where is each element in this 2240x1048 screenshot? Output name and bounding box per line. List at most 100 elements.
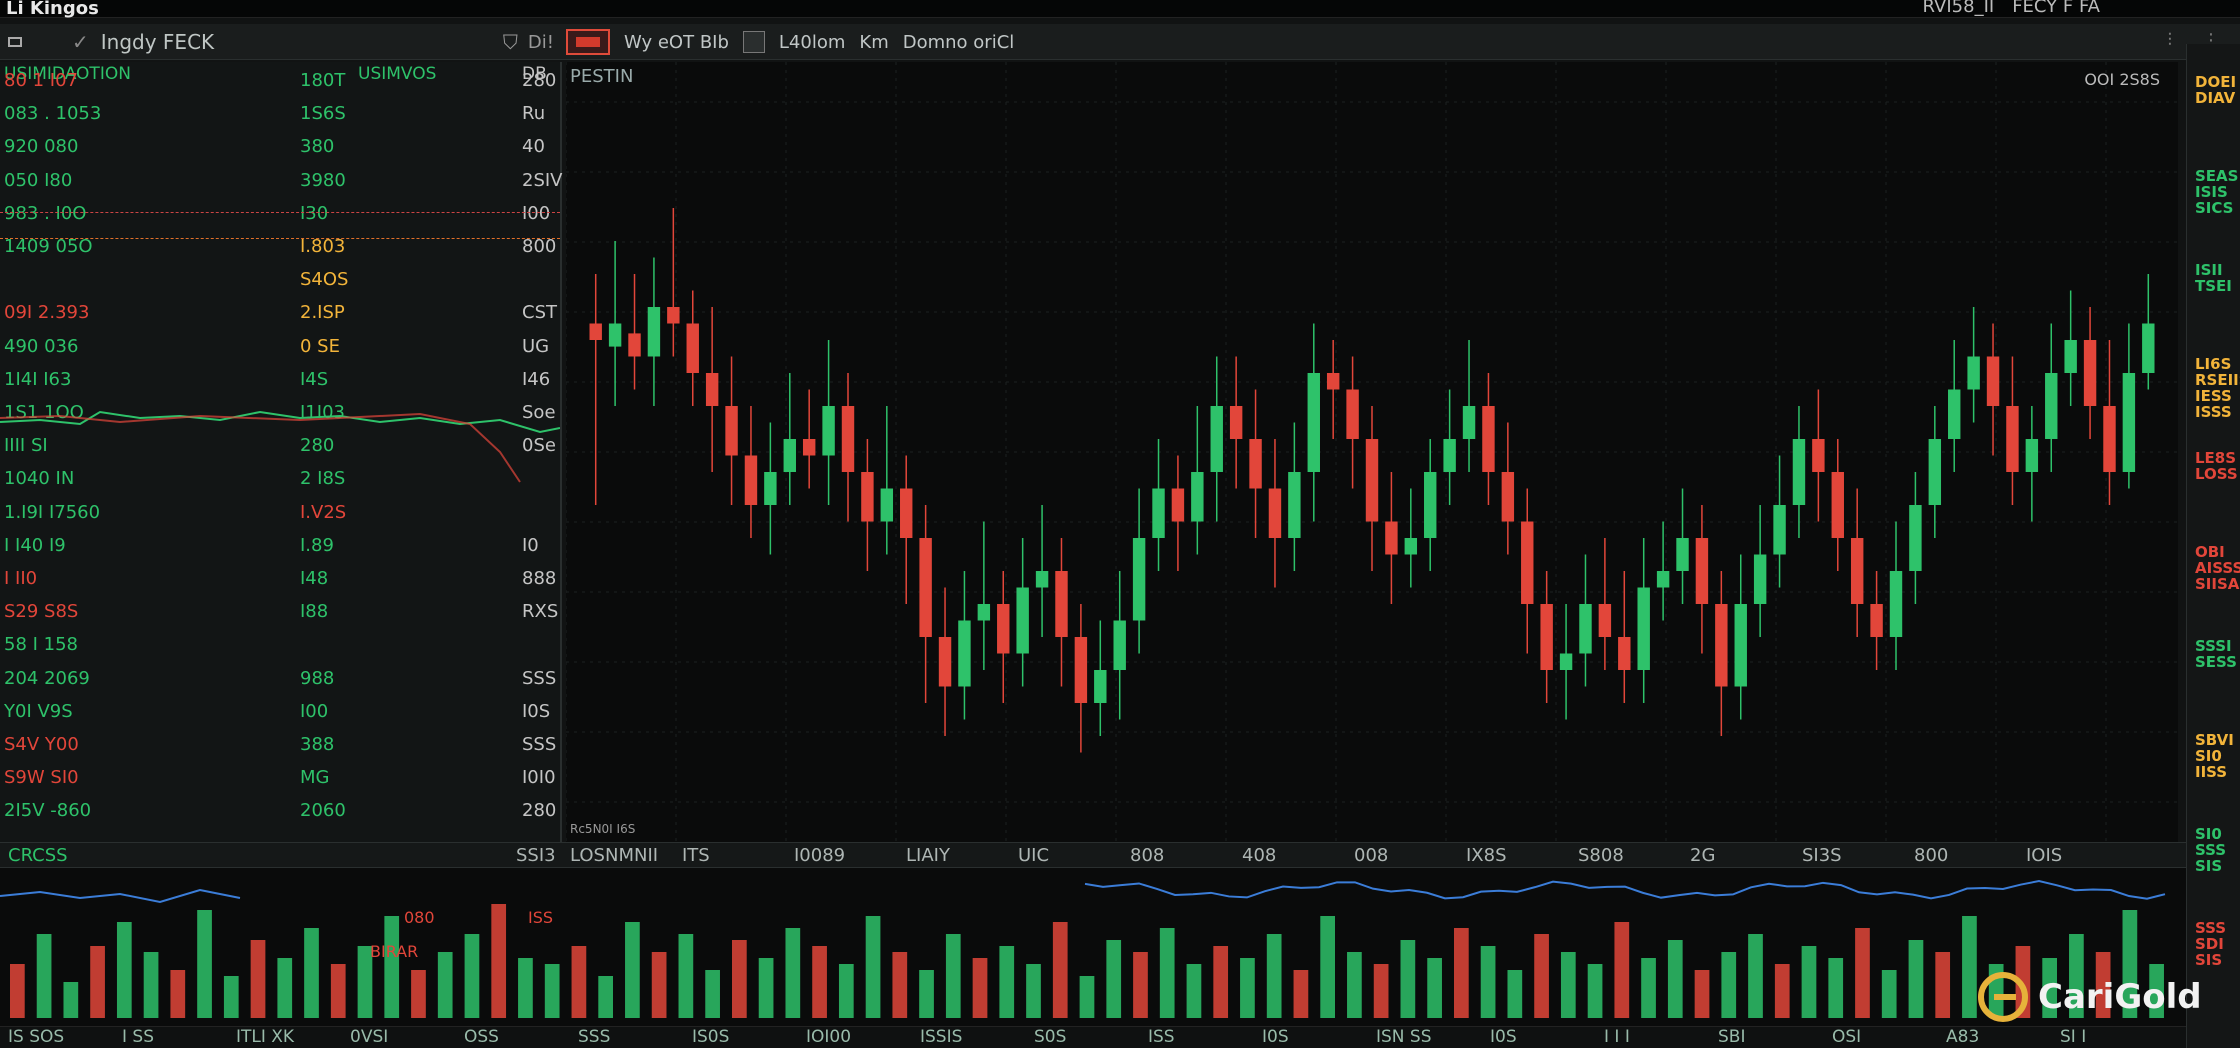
watchlist-row[interactable]: S9W SI0 MG I0I0 — [0, 767, 560, 797]
candlestick-chart[interactable] — [566, 62, 2178, 842]
candle-body — [1326, 373, 1340, 390]
volume-bar — [1106, 940, 1122, 1018]
candle-body — [1986, 356, 2000, 406]
side-badge[interactable]: DOEI DIAV — [2195, 74, 2240, 106]
watchlist-row[interactable]: S4V Y00 388 SSS — [0, 734, 560, 764]
window-icon[interactable] — [8, 37, 22, 47]
watchlist-cell-a: 1409 05O — [4, 236, 93, 257]
watchlist-cell-b: 388 — [300, 734, 335, 755]
chart-toolbar: Wy eOT BIb L40lom Km Domno oriCl — [566, 27, 1014, 57]
price-chart[interactable]: PESTIN OOI 2S8S Rc5N0I I6S — [566, 62, 2178, 842]
watchlist-cell-b: MG — [300, 767, 330, 789]
side-badge[interactable]: SEAS ISIS SICS — [2195, 168, 2240, 216]
volume-bar — [10, 964, 25, 1018]
trading-app: Li Kingos RVI58_II FECY F FA ✓ Ingdy FEC… — [0, 0, 2240, 1048]
candle-body — [1094, 670, 1107, 703]
candle-body — [764, 472, 777, 505]
candle-body — [1753, 554, 1767, 604]
side-badge[interactable]: ISII TSEI — [2195, 262, 2240, 294]
pin-icon[interactable]: ⫶ — [2168, 30, 2173, 51]
top-item-1[interactable]: RVI58_II — [1923, 0, 1995, 17]
toolbar-item-4[interactable]: Domno oriCl — [903, 32, 1015, 53]
watchlist-cell-c: CST — [522, 302, 557, 324]
candle-body — [667, 307, 680, 324]
volume-bar — [464, 934, 480, 1018]
toolbar-item-3[interactable]: Km — [859, 32, 888, 53]
toolbar-item-2[interactable]: L40lom — [779, 32, 845, 53]
watchlist-cell-b: I48 — [300, 568, 329, 589]
candle-body — [1035, 571, 1049, 588]
candle-body — [1055, 571, 1068, 637]
candle-body — [977, 604, 991, 621]
volume-bar — [411, 970, 426, 1018]
watchlist-cell-b: I.803 — [300, 236, 346, 257]
volume-bar — [437, 952, 453, 1018]
volume-bar — [945, 934, 961, 1018]
watchlist-cell-c: 800 — [522, 236, 557, 257]
toolbar-item-1[interactable]: Wy eOT BIb — [624, 32, 729, 53]
shield-icon[interactable]: ⛉ — [503, 30, 518, 54]
side-badge[interactable]: SSS SDI SIS — [2195, 920, 2240, 968]
volume-bar — [1427, 958, 1442, 1018]
footer-label: OSS — [464, 1027, 499, 1047]
volume-panel[interactable]: 080 ISS BIRAR — [0, 868, 2186, 1028]
watchlist-row[interactable]: 050 I80 3980 2SIV — [0, 169, 563, 200]
volume-bar — [384, 916, 400, 1018]
volume-chart[interactable] — [0, 868, 2186, 1028]
watchlist-row[interactable]: S4OS — [0, 269, 560, 299]
volume-bar — [330, 964, 346, 1018]
volume-bar — [705, 970, 720, 1018]
candle-body — [1424, 472, 1437, 538]
watchlist-cell-b: I.89 — [300, 534, 334, 556]
candle-body — [628, 333, 641, 357]
watchlist-row[interactable]: I II0 I48 888 — [0, 568, 560, 598]
watchlist-row[interactable]: 80 1 I07 180T 280 — [0, 70, 560, 100]
watchlist-row[interactable]: 2I5V -860 2060 280 — [0, 800, 560, 830]
watchlist-row[interactable]: 58 I 158 — [0, 634, 560, 664]
watchlist-row[interactable]: I I40 I9 I.89 I0 — [0, 535, 560, 565]
candle-body — [2103, 406, 2116, 472]
watchlist-cell-b: 380 — [300, 136, 335, 158]
watchlist-row[interactable]: S29 S8S I88 RXS — [0, 601, 560, 631]
volume-bar — [1266, 934, 1282, 1018]
time-axis-label: UIC — [1018, 845, 1050, 866]
watchlist-cell-c: SSS — [522, 734, 557, 755]
watchlist-row[interactable]: 204 2069 988 SSS — [0, 668, 560, 698]
candle-body — [997, 604, 1010, 654]
watchlist-row[interactable]: 1409 05O I.803 800 — [0, 236, 560, 266]
volume-bar — [1400, 940, 1416, 1018]
side-badge[interactable]: SBVI SI0 IISS — [2195, 732, 2240, 780]
side-badge[interactable]: LI6SRSEIISIESSISSS — [2195, 356, 2240, 420]
volume-bar — [1347, 952, 1362, 1018]
watchlist-extra[interactable]: Di! — [528, 32, 554, 53]
watchlist-row[interactable]: Y0I V9S I00 I0S — [0, 701, 560, 731]
chart-type-icon[interactable] — [742, 31, 765, 53]
watchlist-cell-a: 083 . 1053 — [4, 103, 102, 125]
volume-bar — [919, 970, 934, 1018]
volume-bar — [1855, 928, 1870, 1018]
volume-bar — [143, 952, 159, 1018]
watchlist-row[interactable]: 083 . 1053 1S6S Ru — [0, 103, 560, 133]
side-badge[interactable]: SI0 SSS SIS — [2195, 826, 2240, 874]
check-icon[interactable]: ✓ — [72, 30, 89, 54]
candle-body — [1812, 439, 1825, 472]
watchlist-cell-a: 58 I 158 — [4, 634, 79, 656]
watchlist-row[interactable]: 920 080 380 40 — [0, 136, 560, 166]
top-item-2[interactable]: FECY F FA — [2012, 0, 2100, 17]
candle-body — [1734, 604, 1747, 687]
watchlist-cell-b: S4OS — [300, 269, 349, 291]
side-badge[interactable]: SSSI SESS — [2195, 638, 2240, 670]
candle-body — [802, 439, 816, 456]
flag-icon[interactable] — [566, 29, 610, 55]
candle-body — [1113, 620, 1126, 670]
volume-bar — [1159, 928, 1175, 1018]
side-badge[interactable]: OBI AISSS SIISA — [2195, 544, 2240, 592]
watchlist-row[interactable]: 09I 2.393 2.ISP CST — [0, 302, 560, 332]
candle-body — [1695, 538, 1709, 604]
candle-body — [1831, 472, 1844, 538]
candle-body — [1540, 604, 1553, 670]
volume-bar — [1881, 970, 1897, 1018]
watchlist-row[interactable]: 983 . I0O I30 I00 — [0, 203, 560, 233]
watchlist-cell-c: 2SIV — [522, 169, 563, 191]
side-badge[interactable]: LE8S LOSS — [2195, 450, 2240, 482]
